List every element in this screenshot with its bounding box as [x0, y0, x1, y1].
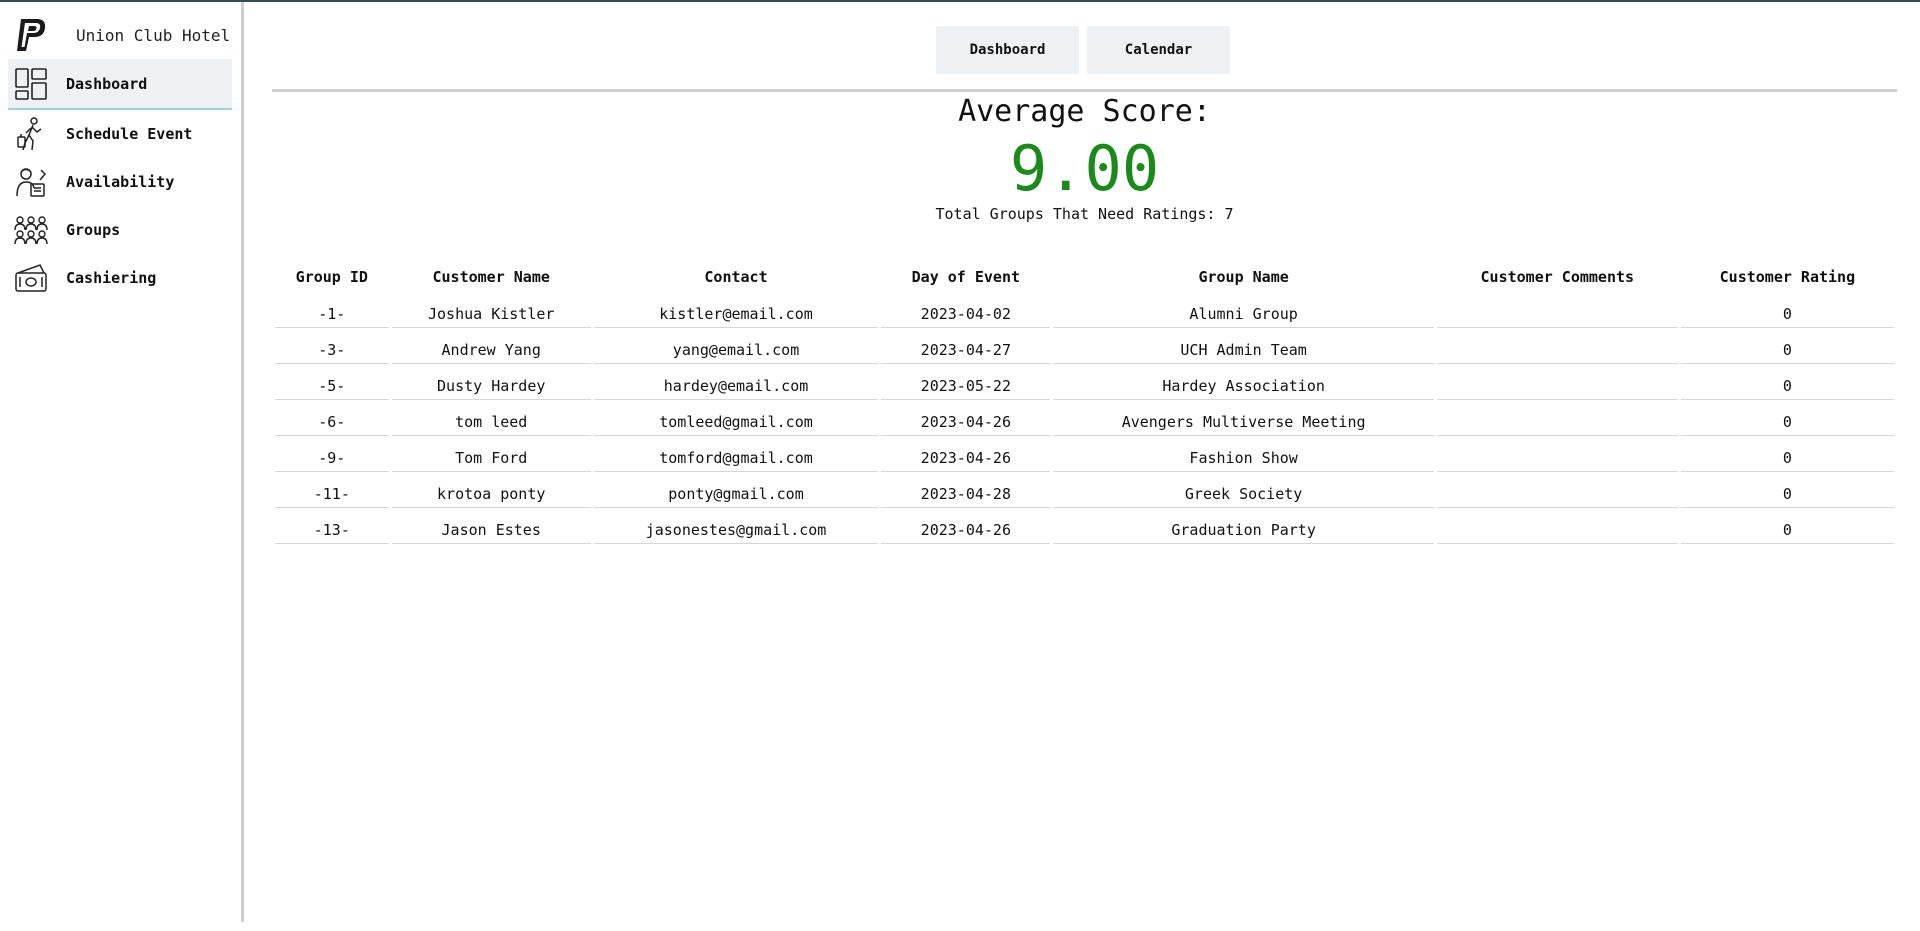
cell-group-id: -1- [275, 292, 389, 328]
sidebar-item-groups[interactable]: Groups [8, 206, 232, 254]
cell-contact: tomleed@gmail.com [593, 400, 879, 436]
sidebar-nav: Dashboard Schedule Event Availability Gr… [8, 59, 232, 302]
cell-contact: yang@email.com [593, 328, 879, 364]
cell-customer-rating[interactable]: 0 [1680, 400, 1894, 436]
table-row[interactable]: -9- Tom Ford tomford@gmail.com 2023-04-2… [275, 436, 1894, 472]
ratings-table: Group ID Customer Name Contact Day of Ev… [272, 262, 1897, 544]
cell-day-of-event: 2023-04-02 [881, 292, 1051, 328]
sidebar-item-schedule-event[interactable]: Schedule Event [8, 110, 232, 158]
cell-customer-comments[interactable] [1436, 292, 1678, 328]
table-row[interactable]: -1- Joshua Kistler kistler@email.com 202… [275, 292, 1894, 328]
cell-day-of-event: 2023-05-22 [881, 364, 1051, 400]
table-row[interactable]: -3- Andrew Yang yang@email.com 2023-04-2… [275, 328, 1894, 364]
column-header-group-name[interactable]: Group Name [1053, 262, 1433, 292]
sidebar-item-label: Schedule Event [66, 125, 193, 143]
cell-customer-comments[interactable] [1436, 328, 1678, 364]
cell-day-of-event: 2023-04-28 [881, 472, 1051, 508]
table-header-row: Group ID Customer Name Contact Day of Ev… [275, 262, 1894, 292]
sidebar-item-cashiering[interactable]: Cashiering [8, 254, 232, 302]
column-header-customer-name[interactable]: Customer Name [392, 262, 591, 292]
cell-day-of-event: 2023-04-27 [881, 328, 1051, 364]
cell-customer-comments[interactable] [1436, 364, 1678, 400]
cell-group-name: UCH Admin Team [1053, 328, 1434, 364]
cell-day-of-event: 2023-04-26 [881, 436, 1051, 472]
cell-customer-rating[interactable]: 0 [1680, 364, 1894, 400]
average-score-title: Average Score: [958, 94, 1211, 129]
dashboard-icon [14, 67, 48, 101]
column-header-group-id[interactable]: Group ID [275, 262, 389, 292]
cell-group-id: -5- [275, 364, 389, 400]
sidebar-item-label: Dashboard [66, 74, 148, 93]
cell-customer-comments[interactable] [1436, 472, 1678, 508]
groups-need-ratings-count: Total Groups That Need Ratings: 7 [935, 205, 1234, 223]
cell-customer-rating[interactable]: 0 [1680, 292, 1894, 328]
tab-calendar[interactable]: Calendar [1087, 26, 1230, 74]
cell-group-name: Fashion Show [1053, 436, 1434, 472]
tab-dashboard[interactable]: Dashboard [936, 26, 1079, 74]
column-header-customer-rating[interactable]: Customer Rating [1681, 262, 1894, 292]
cell-day-of-event: 2023-04-26 [881, 400, 1051, 436]
cell-contact: kistler@email.com [593, 292, 879, 328]
main-content: Dashboard Calendar Average Score: 9.00 T… [272, 2, 1897, 922]
cell-customer-name: Andrew Yang [391, 328, 591, 364]
cell-customer-rating[interactable]: 0 [1680, 508, 1894, 544]
table-row[interactable]: -5- Dusty Hardey hardey@email.com 2023-0… [275, 364, 1894, 400]
cash-icon [14, 261, 48, 295]
cell-customer-comments[interactable] [1436, 400, 1678, 436]
group-icon [14, 213, 48, 247]
sidebar-item-dashboard[interactable]: Dashboard [8, 59, 232, 110]
cell-group-id: -9- [275, 436, 389, 472]
cell-group-id: -6- [275, 400, 389, 436]
table-row[interactable]: -11- krotoa ponty ponty@gmail.com 2023-0… [275, 472, 1894, 508]
cell-customer-comments[interactable] [1436, 508, 1678, 544]
cell-contact: jasonestes@gmail.com [593, 508, 879, 544]
cell-group-id: -3- [275, 328, 389, 364]
p-logo-icon [14, 16, 48, 54]
table-row[interactable]: -13- Jason Estes jasonestes@gmail.com 20… [275, 508, 1894, 544]
sidebar-item-label: Availability [66, 173, 175, 191]
cell-group-id: -11- [275, 472, 389, 508]
cell-group-name: Greek Society [1053, 472, 1434, 508]
cell-customer-name: Jason Estes [391, 508, 591, 544]
cell-customer-name: Joshua Kistler [391, 292, 591, 328]
cell-group-name: Avengers Multiverse Meeting [1053, 400, 1434, 436]
cell-contact: ponty@gmail.com [593, 472, 879, 508]
cell-contact: hardey@email.com [593, 364, 879, 400]
sidebar-item-label: Groups [66, 221, 121, 239]
column-header-contact[interactable]: Contact [594, 262, 878, 292]
cell-customer-rating[interactable]: 0 [1680, 328, 1894, 364]
column-header-customer-comments[interactable]: Customer Comments [1437, 262, 1678, 292]
cell-customer-name: tom leed [391, 400, 591, 436]
cell-customer-name: krotoa ponty [391, 472, 591, 508]
brand[interactable]: Union Club Hotel [14, 16, 234, 54]
cell-group-name: Graduation Party [1053, 508, 1434, 544]
cell-customer-name: Tom Ford [391, 436, 591, 472]
average-score-value: 9.00 [1009, 132, 1160, 205]
cell-customer-rating[interactable]: 0 [1680, 436, 1894, 472]
sidebar-item-label: Cashiering [66, 269, 157, 287]
sidebar-item-availability[interactable]: Availability [8, 158, 232, 206]
header-divider [272, 89, 1897, 92]
brand-name: Union Club Hotel [76, 25, 231, 45]
cell-group-id: -13- [275, 508, 389, 544]
cell-contact: tomford@gmail.com [593, 436, 879, 472]
cell-group-name: Alumni Group [1053, 292, 1434, 328]
table-row[interactable]: -6- tom leed tomleed@gmail.com 2023-04-2… [275, 400, 1894, 436]
receptionist-icon [14, 165, 48, 199]
sidebar: Union Club Hotel Dashboard Schedule Even… [0, 2, 244, 922]
top-tabs: Dashboard Calendar [936, 26, 1230, 74]
cell-customer-comments[interactable] [1436, 436, 1678, 472]
cell-day-of-event: 2023-04-26 [881, 508, 1051, 544]
column-header-day-of-event[interactable]: Day of Event [881, 262, 1050, 292]
cell-customer-rating[interactable]: 0 [1680, 472, 1894, 508]
cell-group-name: Hardey Association [1053, 364, 1434, 400]
cell-customer-name: Dusty Hardey [391, 364, 591, 400]
traveler-icon [14, 117, 48, 151]
